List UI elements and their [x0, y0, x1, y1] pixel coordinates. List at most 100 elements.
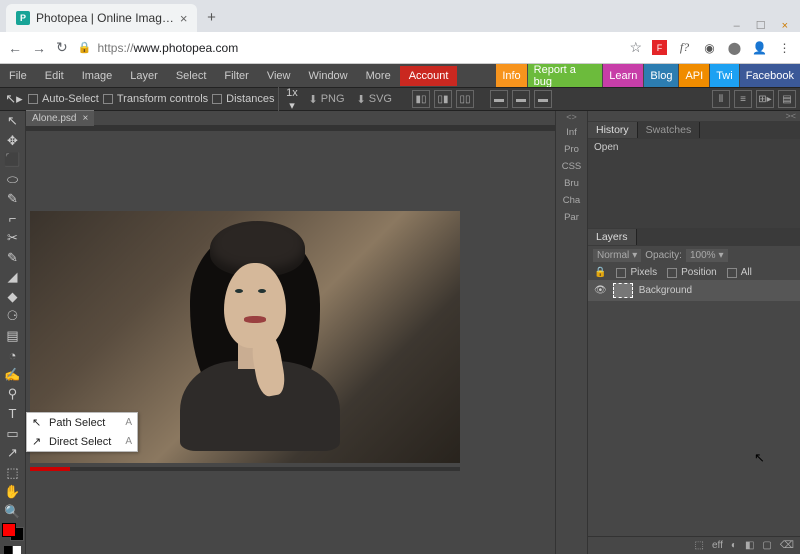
close-icon[interactable]: × [82, 113, 88, 124]
menu-more[interactable]: More [357, 66, 400, 86]
export-svg-button[interactable]: ⬇SVG [353, 91, 396, 108]
layers-tab[interactable]: Layers [588, 229, 637, 245]
link-layers-icon[interactable]: ⬚ [695, 540, 704, 551]
history-entry[interactable]: Open [594, 142, 794, 153]
tool-20[interactable]: 🔍 [3, 503, 23, 520]
tool-4[interactable]: ✎ [3, 191, 23, 208]
tool-8[interactable]: ◢ [3, 269, 23, 286]
menu-view[interactable]: View [258, 66, 300, 86]
tool-2[interactable]: ⬛ [3, 152, 23, 169]
menu-image[interactable]: Image [73, 66, 122, 86]
ext-icon-3[interactable]: ⬤ [727, 40, 742, 55]
menu-account[interactable]: Account [400, 66, 458, 86]
window-close-icon[interactable]: × [782, 20, 788, 32]
delete-layer-icon[interactable]: ⌫ [780, 540, 794, 551]
tool-0[interactable]: ↖ [3, 113, 23, 130]
tool-14[interactable]: ⚲ [3, 386, 23, 403]
video-progress-bar[interactable] [30, 467, 460, 471]
arrange-icon[interactable]: ⊞▸ [756, 90, 774, 108]
tool-7[interactable]: ✎ [3, 250, 23, 267]
auto-select-checkbox[interactable]: Auto-Select [28, 93, 99, 105]
tool-11[interactable]: ▤ [3, 328, 23, 345]
social-link-report-a-bug[interactable]: Report a bug [528, 64, 603, 87]
adjustment-layer-icon[interactable]: ◧ [745, 540, 754, 551]
tool-15[interactable]: T [3, 406, 23, 423]
tool-1[interactable]: ✥ [3, 133, 23, 150]
tool-17[interactable]: ↗ [3, 445, 23, 462]
tool-19[interactable]: ✋ [3, 484, 23, 501]
social-link-api[interactable]: API [679, 64, 709, 87]
menu-edit[interactable]: Edit [36, 66, 73, 86]
tool-18[interactable]: ⬚ [3, 464, 23, 481]
side-tab-properties[interactable]: Pro [564, 143, 579, 156]
export-png-button[interactable]: ⬇PNG [304, 91, 348, 108]
align-left-icon[interactable]: ▮▯ [412, 90, 430, 108]
social-link-twi[interactable]: Twi [710, 64, 739, 87]
opacity-input[interactable]: 100% ▾ [686, 249, 728, 262]
profile-icon[interactable]: 👤 [752, 40, 767, 55]
lock-pixels-checkbox[interactable]: Pixels [616, 267, 657, 278]
browser-menu-icon[interactable]: ⋮ [777, 40, 792, 55]
tool-12[interactable]: ◔ [3, 347, 23, 364]
tool-3[interactable]: ⬭ [3, 172, 23, 189]
tool-13[interactable]: ✍ [3, 367, 23, 384]
move-tool-icon[interactable]: ↖▸ [4, 89, 24, 109]
align-top-icon[interactable]: ▬ [490, 90, 508, 108]
tool-16[interactable]: ▭ [3, 425, 23, 442]
window-maximize-icon[interactable]: ☐ [756, 19, 766, 32]
direct-select-tool[interactable]: ↗ Direct SelectA [27, 432, 137, 451]
forward-button[interactable]: → [32, 40, 46, 56]
menu-filter[interactable]: Filter [215, 66, 257, 86]
blend-mode-select[interactable]: Normal ▾ [593, 249, 641, 262]
layer-row-background[interactable]: 👁 Background [588, 280, 800, 301]
back-button[interactable]: ← [8, 40, 22, 56]
tool-6[interactable]: ✂ [3, 230, 23, 247]
side-tab-character[interactable]: Cha [563, 194, 580, 207]
lock-all-checkbox[interactable]: All [727, 267, 752, 278]
tool-9[interactable]: ◆ [3, 289, 23, 306]
ext-icon-2[interactable]: ◉ [702, 40, 717, 55]
social-link-blog[interactable]: Blog [644, 64, 678, 87]
zoom-select[interactable]: 1x ▾ [278, 87, 300, 112]
path-select-tool[interactable]: ↖ Path SelectA [27, 413, 137, 432]
canvas-viewport[interactable]: и Козлова · Сын мой единст… @GeeksMint [26, 131, 555, 554]
settings-icon[interactable]: ▤ [778, 90, 796, 108]
collapse-icon[interactable]: >< [588, 111, 800, 121]
menu-file[interactable]: File [0, 66, 36, 86]
flipboard-ext-icon[interactable]: F [652, 40, 667, 55]
menu-layer[interactable]: Layer [121, 66, 167, 86]
star-icon[interactable]: ☆ [629, 39, 642, 56]
address-bar[interactable]: 🔒 https://www.photopea.com [78, 41, 620, 55]
tab-close-icon[interactable]: × [180, 11, 188, 26]
align-right-icon[interactable]: ▯▯ [456, 90, 474, 108]
layer-mask-icon[interactable]: ◐ [731, 540, 737, 551]
window-minimize-icon[interactable]: – [734, 20, 740, 32]
default-colors-icon[interactable] [4, 546, 21, 554]
align-center-h-icon[interactable]: ▯▮ [434, 90, 452, 108]
side-tab-brush[interactable]: Bru [564, 177, 579, 190]
side-tab-info[interactable]: Inf [566, 126, 577, 139]
distribute-v-icon[interactable]: ≡ [734, 90, 752, 108]
layer-effects-icon[interactable]: eff [712, 540, 723, 551]
distribute-h-icon[interactable]: ⫴ [712, 90, 730, 108]
side-tab-css[interactable]: CSS [562, 160, 582, 173]
side-tab-paragraph[interactable]: Par [564, 211, 579, 224]
ext-icon[interactable]: f? [677, 40, 692, 55]
browser-tab[interactable]: P Photopea | Online Imag… × [6, 4, 197, 32]
swatches-tab[interactable]: Swatches [638, 122, 701, 138]
lock-position-checkbox[interactable]: Position [667, 267, 717, 278]
social-link-learn[interactable]: Learn [603, 64, 643, 87]
menu-select[interactable]: Select [167, 66, 216, 86]
visibility-icon[interactable]: 👁 [594, 285, 607, 296]
document-tab[interactable]: Alone.psd× [26, 110, 94, 126]
transform-controls-checkbox[interactable]: Transform controls [103, 93, 208, 105]
tool-5[interactable]: ⌐ [3, 211, 23, 228]
color-swatches[interactable] [2, 523, 24, 541]
history-tab[interactable]: History [588, 122, 638, 138]
new-layer-icon[interactable]: ▢ [762, 540, 771, 551]
social-link-facebook[interactable]: Facebook [740, 64, 800, 87]
tool-10[interactable]: ⚆ [3, 308, 23, 325]
history-panel-body[interactable]: Open [588, 139, 800, 228]
social-link-info[interactable]: Info [496, 64, 526, 87]
lock-icon[interactable]: 🔒 [594, 267, 606, 278]
